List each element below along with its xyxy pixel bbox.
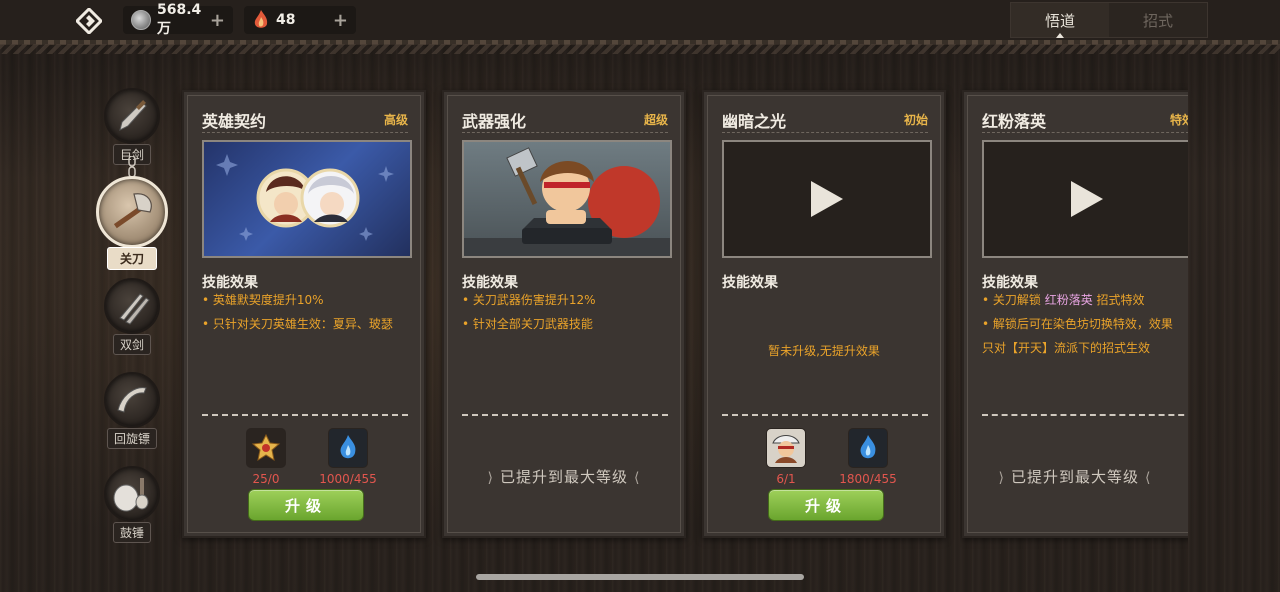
add-crystal-button[interactable]: + (333, 10, 348, 31)
card-tier: 特效 (1169, 113, 1188, 127)
chain-link-icon (128, 156, 136, 178)
sidebar-item-greatsword[interactable]: 巨剑 (102, 88, 162, 165)
max-level-text: 已提升到最大等级 (1010, 468, 1139, 486)
card-dashed-divider (982, 414, 1188, 416)
no-effect-text: 暂未升级,无提升效果 (768, 344, 880, 358)
card-tier: 高级 (383, 113, 408, 127)
sidebar-item-label: 双剑 (112, 334, 151, 355)
max-level-text: 已提升到最大等级 (499, 468, 628, 486)
upgrade-button[interactable]: 升级 (768, 489, 884, 521)
ornament-right-icon: ⟨ (634, 470, 641, 486)
play-icon[interactable] (809, 179, 845, 219)
golden-emblem-icon (246, 428, 286, 468)
video-preview[interactable] (982, 140, 1188, 258)
card-dashed-divider (202, 414, 408, 416)
card-divider (982, 132, 1188, 133)
cost-emblem: 25/0 (246, 428, 286, 486)
effect-line: 只对【开天】流派下的招式生效 (982, 341, 1151, 355)
sidebar-item-dual-swords[interactable]: 双剑 (102, 278, 162, 355)
card-title: 红粉落英 (982, 112, 1047, 131)
effect-highlight: 红粉落英 (1044, 293, 1093, 307)
card-divider (722, 132, 928, 133)
silver-coin-icon (131, 10, 151, 30)
cost-amount: 1800/455 (839, 472, 897, 486)
silver-currency: 568.4万 + (123, 2, 233, 37)
cost-hero: 6/1 (766, 428, 806, 486)
skill-card-pink-petals: 红粉落英 特效 技能效果 • 关刀解锁 红粉落英 招式特效 • 解锁后可在染色坊… (962, 90, 1188, 538)
skill-card-dark-light: 幽暗之光 初始 技能效果 暂未升级,无提升效果 6/1 1800/455 升级 (702, 90, 946, 538)
effect-line: • 解锁后可在染色坊切换特效，效果 (982, 317, 1173, 331)
upgrade-button[interactable]: 升级 (248, 489, 364, 521)
skill-card-weapon-enhance: 武器强化 超级 技能效果 • 关刀武器伤害提升12% • 针对全部关刀武器技能 … (442, 90, 686, 538)
blue-spirit-flame-icon (848, 428, 888, 468)
effect-heading: 技能效果 (722, 275, 778, 291)
card-dashed-divider (462, 414, 668, 416)
dual-swords-icon (104, 278, 160, 334)
card-tier: 初始 (903, 113, 928, 127)
card-scroll-clip: 红粉落英 特效 技能效果 • 关刀解锁 红粉落英 招式特效 • 解锁后可在染色坊… (960, 0, 1188, 592)
hero-portrait-icon (766, 428, 806, 468)
card-tier: 超级 (643, 113, 668, 127)
max-level-notice: ⟩ 已提升到最大等级 ⟨ (964, 466, 1186, 487)
flame-crystal-icon (254, 10, 268, 28)
back-home-icon[interactable] (76, 8, 102, 34)
card-title: 武器强化 (462, 112, 527, 131)
blue-spirit-flame-icon (328, 428, 368, 468)
card-divider (202, 132, 408, 133)
weapon-enhance-illustration[interactable] (462, 140, 672, 258)
card-divider (462, 132, 668, 133)
greatsword-icon (104, 88, 160, 144)
cost-amount: 25/0 (252, 472, 280, 486)
guandao-icon (96, 176, 168, 248)
effect-line: • 只针对关刀英雄生效：夏异、玻瑟 (202, 317, 393, 331)
cost-spirit: 1000/455 (319, 428, 377, 486)
sidebar-item-label: 回旋镖 (106, 428, 157, 449)
card-dashed-divider (722, 414, 928, 416)
effect-text: • 关刀解锁 (982, 293, 1045, 307)
play-icon[interactable] (1069, 179, 1105, 219)
drum-hammer-icon (104, 466, 160, 522)
max-level-notice: ⟩ 已提升到最大等级 ⟨ (444, 466, 684, 487)
silver-amount: 568.4万 (157, 2, 202, 37)
sidebar-item-label: 关刀 (106, 247, 157, 270)
sidebar-item-label: 鼓锤 (112, 522, 151, 543)
video-preview[interactable] (722, 140, 932, 258)
crystal-amount: 48 (276, 12, 296, 28)
sidebar-item-boomerang[interactable]: 回旋镖 (102, 372, 162, 449)
ornament-left-icon: ⟩ (487, 470, 494, 486)
effect-text: 招式特效 (1092, 293, 1145, 307)
cost-amount: 1000/455 (319, 472, 377, 486)
cost-spirit: 1800/455 (839, 428, 897, 486)
effect-line: • 关刀武器伤害提升12% (462, 293, 596, 307)
home-indicator[interactable] (476, 574, 804, 580)
skill-card-hero-contract: 英雄契约 高级 技能效果 • 英雄默契度提升10% • 只针对关刀英雄生效：夏异… (182, 90, 426, 538)
card-title: 英雄契约 (202, 112, 267, 131)
boomerang-icon (104, 372, 160, 428)
ornament-right-icon: ⟨ (1145, 470, 1152, 486)
sidebar-item-drum-hammer[interactable]: 鼓锤 (102, 466, 162, 543)
effect-line: • 针对全部关刀武器技能 (462, 317, 593, 331)
effect-line: • 关刀解锁 红粉落英 招式特效 (982, 288, 1188, 312)
crystal-currency: 48 + (244, 6, 356, 34)
add-silver-button[interactable]: + (210, 10, 225, 31)
blacksmith-character-icon (464, 147, 670, 256)
hero-portraits-icon (216, 154, 394, 241)
cost-amount: 6/1 (776, 472, 796, 486)
effect-line: • 英雄默契度提升10% (202, 293, 324, 307)
sidebar-item-guandao[interactable]: 关刀 (94, 176, 170, 270)
hero-contract-illustration[interactable] (202, 140, 412, 258)
ornament-left-icon: ⟩ (998, 470, 1005, 486)
card-title: 幽暗之光 (722, 112, 787, 131)
